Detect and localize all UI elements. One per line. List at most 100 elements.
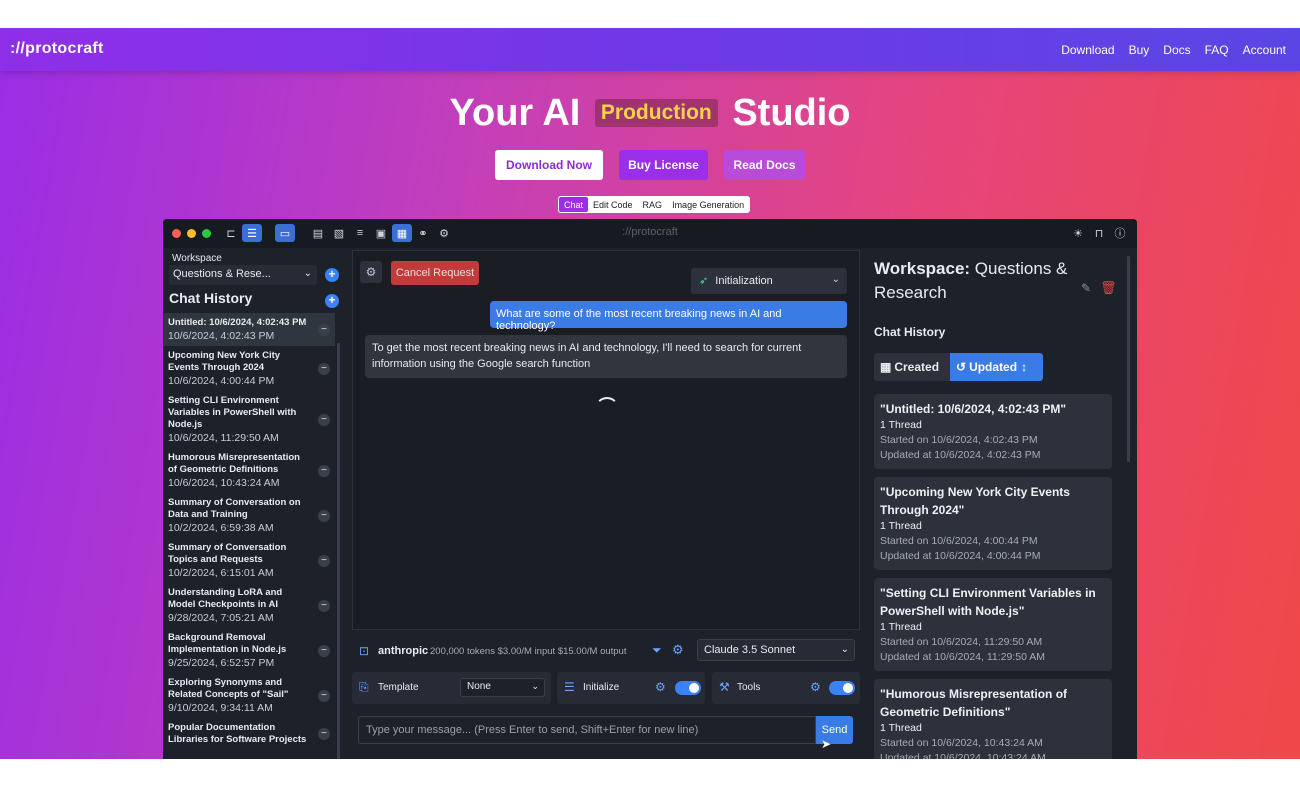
history-item-title: Untitled: 10/6/2024, 4:02:43 PM bbox=[168, 317, 307, 328]
chat-card-updated: Updated at 10/6/2024, 11:29:50 AM bbox=[880, 651, 1046, 663]
model-settings-icon[interactable]: ⚙ bbox=[672, 642, 684, 658]
lock-icon[interactable]: ⊓ bbox=[1089, 224, 1109, 242]
nav-link-account[interactable]: Account bbox=[1243, 43, 1286, 57]
history-item[interactable]: Popular Documentation Libraries for Soft… bbox=[163, 718, 335, 749]
info-icon[interactable]: ⓘ bbox=[1110, 224, 1130, 242]
sidebar-scrollbar[interactable] bbox=[337, 343, 340, 759]
template-option: ⎘ Template None ⌄ bbox=[352, 672, 551, 704]
calendar-icon: ▦ bbox=[880, 360, 892, 374]
initialize-settings-icon[interactable]: ⚙ bbox=[655, 680, 666, 694]
nav-link-buy[interactable]: Buy bbox=[1129, 43, 1150, 57]
workspace-select-value: Questions & Rese... bbox=[173, 268, 271, 280]
chip-icon: ⊡ bbox=[359, 644, 370, 658]
cancel-request-button[interactable]: Cancel Request bbox=[391, 261, 479, 285]
remove-icon[interactable]: − bbox=[318, 599, 330, 612]
sort-created-label: Created bbox=[894, 360, 940, 374]
template-label: Template bbox=[378, 682, 419, 693]
workspace-select[interactable]: Questions & Rese... ⌄ bbox=[169, 265, 317, 285]
user-message: What are some of the most recent breakin… bbox=[490, 301, 847, 332]
history-item[interactable]: Setting CLI Environment Variables in Pow… bbox=[163, 391, 335, 448]
chat-card[interactable]: "Untitled: 10/6/2024, 4:02:43 PM" 1 Thre… bbox=[874, 394, 1112, 469]
history-item-date: 10/6/2024, 10:43:24 AM bbox=[168, 477, 280, 489]
history-item[interactable]: Understanding LoRA and Model Checkpoints… bbox=[163, 583, 335, 628]
loading-spinner-icon bbox=[595, 397, 619, 421]
chat-settings-button[interactable]: ⚙ bbox=[360, 261, 382, 283]
history-item-title: Popular Documentation Libraries for Soft… bbox=[168, 722, 307, 745]
theme-icon[interactable]: ☀ bbox=[1068, 224, 1088, 242]
history-item[interactable]: Humorous Misrepresentation of Geometric … bbox=[163, 448, 335, 493]
workspace-panel: Workspace: Questions & Research ✎ 🗑 Chat… bbox=[865, 248, 1137, 759]
remove-icon[interactable]: − bbox=[318, 362, 330, 375]
chevron-down-icon: ⌄ bbox=[531, 681, 539, 691]
remove-icon[interactable]: − bbox=[318, 413, 330, 426]
chat-card[interactable]: "Setting CLI Environment Variables in Po… bbox=[874, 578, 1112, 671]
brand-logo[interactable]: ://protocraft bbox=[10, 40, 104, 58]
wrench-icon: ⚒ bbox=[719, 680, 730, 694]
model-select[interactable]: Claude 3.5 Sonnet ⌄ bbox=[697, 639, 855, 661]
sort-updated-button[interactable]: ↺ Updated ↕ bbox=[950, 353, 1043, 381]
tab-chat[interactable]: Chat bbox=[559, 197, 589, 212]
nav-link-faq[interactable]: FAQ bbox=[1205, 43, 1229, 57]
remove-icon[interactable]: − bbox=[318, 323, 330, 336]
history-item[interactable]: Background Removal Implementation in Nod… bbox=[163, 628, 335, 673]
list-icon: ☰ bbox=[564, 680, 575, 694]
stage-select[interactable]: ➶ Initialization ⌄ bbox=[691, 268, 847, 294]
remove-icon[interactable]: − bbox=[318, 644, 330, 657]
history-item-title: Setting CLI Environment Variables in Pow… bbox=[168, 395, 297, 430]
chat-card-started: Started on 10/6/2024, 4:02:43 PM bbox=[880, 434, 1038, 446]
chat-card[interactable]: "Upcoming New York City Events Through 2… bbox=[874, 477, 1112, 570]
remove-icon[interactable]: − bbox=[318, 727, 330, 740]
nav-link-docs[interactable]: Docs bbox=[1163, 43, 1190, 57]
panel-chat-history-title: Chat History bbox=[874, 325, 946, 339]
nav-link-download[interactable]: Download bbox=[1061, 43, 1114, 57]
chat-card-threads: 1 Thread bbox=[880, 621, 922, 633]
chat-card-title: "Untitled: 10/6/2024, 4:02:43 PM" bbox=[880, 402, 1067, 416]
chat-history-list: Untitled: 10/6/2024, 4:02:43 PM 10/6/202… bbox=[163, 313, 335, 749]
delete-icon[interactable]: 🗑 bbox=[1100, 280, 1117, 296]
chat-card-title: "Setting CLI Environment Variables in Po… bbox=[880, 586, 1096, 618]
sort-created-button[interactable]: ▦ Created bbox=[874, 353, 950, 381]
rocket-icon: ➶ bbox=[699, 275, 709, 287]
chat-card-threads: 1 Thread bbox=[880, 722, 922, 734]
read-docs-button[interactable]: Read Docs bbox=[724, 150, 805, 180]
chevron-down-icon: ⌄ bbox=[840, 644, 849, 655]
filter-icon[interactable]: ⏷ bbox=[652, 643, 662, 658]
panel-scrollbar[interactable] bbox=[1127, 256, 1130, 462]
buy-license-button[interactable]: Buy License bbox=[619, 150, 708, 180]
history-item-title: Background Removal Implementation in Nod… bbox=[168, 632, 287, 655]
tab-rag[interactable]: RAG bbox=[638, 197, 668, 212]
add-workspace-button[interactable]: + bbox=[325, 268, 339, 282]
chat-card-started: Started on 10/6/2024, 11:29:50 AM bbox=[880, 636, 1043, 648]
remove-icon[interactable]: − bbox=[318, 464, 330, 477]
mode-tabs: Chat Edit Code RAG Image Generation bbox=[558, 196, 751, 213]
message-input[interactable]: Type your message... (Press Enter to sen… bbox=[358, 716, 816, 744]
template-select[interactable]: None ⌄ bbox=[460, 678, 545, 697]
download-now-button[interactable]: Download Now bbox=[495, 150, 603, 180]
template-select-value: None bbox=[467, 681, 491, 692]
new-chat-button[interactable]: + bbox=[325, 294, 339, 308]
initialize-toggle[interactable] bbox=[675, 681, 701, 695]
history-item[interactable]: Summary of Conversation on Data and Trai… bbox=[163, 493, 335, 538]
history-item-date: 10/6/2024, 4:00:44 PM bbox=[168, 375, 275, 387]
history-item[interactable]: Upcoming New York City Events Through 20… bbox=[163, 346, 335, 391]
chat-card[interactable]: "Humorous Misrepresentation of Geometric… bbox=[874, 679, 1112, 759]
tools-settings-icon[interactable]: ⚙ bbox=[810, 680, 821, 694]
history-item-title: Understanding LoRA and Model Checkpoints… bbox=[168, 587, 283, 610]
history-item[interactable]: Summary of Conversation Topics and Reque… bbox=[163, 538, 335, 583]
assistant-message: To get the most recent breaking news in … bbox=[365, 335, 847, 378]
chat-panel: ⚙ Cancel Request ➶ Initialization ⌄ What… bbox=[352, 250, 860, 630]
chevron-down-icon: ⌄ bbox=[831, 274, 840, 285]
sort-ascending-icon: ↕ bbox=[1021, 360, 1028, 374]
remove-icon[interactable]: − bbox=[318, 509, 330, 522]
tab-edit-code[interactable]: Edit Code bbox=[588, 197, 638, 212]
remove-icon[interactable]: − bbox=[318, 689, 330, 702]
history-item-date: 10/6/2024, 4:02:43 PM bbox=[168, 330, 275, 342]
tab-image-generation[interactable]: Image Generation bbox=[667, 197, 749, 212]
edit-icon[interactable]: ✎ bbox=[1081, 281, 1091, 295]
remove-icon[interactable]: − bbox=[318, 554, 330, 567]
history-icon: ↺ bbox=[956, 360, 967, 374]
tools-toggle[interactable] bbox=[829, 681, 855, 695]
history-item[interactable]: Exploring Synonyms and Related Concepts … bbox=[163, 673, 335, 718]
hero-title-start: Your AI bbox=[449, 92, 581, 134]
history-item[interactable]: Untitled: 10/6/2024, 4:02:43 PM 10/6/202… bbox=[163, 313, 335, 346]
